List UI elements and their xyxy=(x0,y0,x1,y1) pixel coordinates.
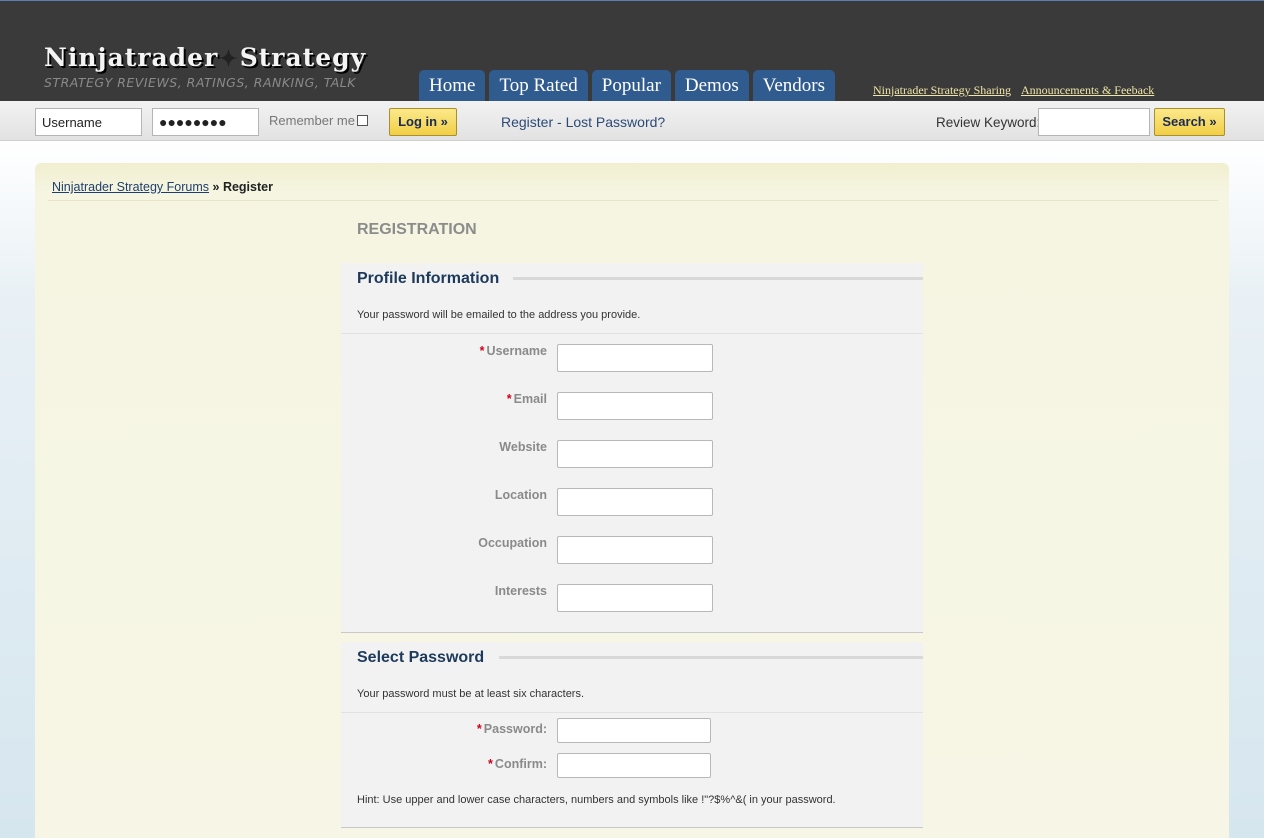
required-marker: * xyxy=(488,757,493,771)
website-label: Website xyxy=(499,440,547,454)
email-field[interactable] xyxy=(557,392,713,420)
password-field[interactable] xyxy=(557,718,711,743)
site-logo[interactable]: Ninjatrader✦Strategy xyxy=(44,43,366,72)
site-tagline: STRATEGY REVIEWS, RATINGS, RANKING, TALK xyxy=(44,75,356,90)
nav-tab-home[interactable]: Home xyxy=(419,70,486,102)
login-username-input[interactable] xyxy=(35,108,142,136)
required-marker: * xyxy=(476,722,482,736)
profile-information-section: Profile Information Your password will b… xyxy=(341,263,923,633)
login-password-input[interactable] xyxy=(152,108,259,136)
profile-information-heading: Profile Information xyxy=(357,270,500,287)
remember-me-label: Remember me xyxy=(269,113,355,128)
nav-tab-popular[interactable]: Popular xyxy=(591,70,671,102)
username-field[interactable] xyxy=(557,344,713,372)
logo-text-right: Strategy xyxy=(239,43,367,72)
strategy-sharing-link[interactable]: Ninjatrader Strategy Sharing xyxy=(873,83,1011,98)
site-header: Ninjatrader✦Strategy STRATEGY REVIEWS, R… xyxy=(0,0,1264,102)
interests-field[interactable] xyxy=(557,584,713,612)
nav-tab-demos[interactable]: Demos xyxy=(674,70,749,102)
header-links: Ninjatrader Strategy Sharing Announcemen… xyxy=(873,83,1154,98)
email-label: * Email xyxy=(506,392,547,406)
remember-me[interactable]: Remember me xyxy=(269,113,368,128)
confirm-label: * Confirm: xyxy=(488,757,547,771)
password-description: Your password must be at least six chara… xyxy=(357,688,585,700)
section-divider xyxy=(341,333,923,334)
confirm-password-field[interactable] xyxy=(557,753,711,778)
select-password-section: Select Password Your password must be at… xyxy=(341,642,923,828)
occupation-label: Occupation xyxy=(478,536,547,550)
announcements-link[interactable]: Announcements & Feeback xyxy=(1021,83,1154,98)
page-title: REGISTRATION xyxy=(357,221,477,238)
main-nav: Home Top Rated Popular Demos Vendors xyxy=(419,70,836,102)
section-divider xyxy=(341,712,923,713)
breadcrumb: Ninjatrader Strategy Forums » Register xyxy=(52,180,273,194)
ninja-star-icon: ✦ xyxy=(219,46,239,72)
review-keyword-label: Review Keyword: xyxy=(936,115,1041,130)
section-header-line xyxy=(499,656,923,659)
breadcrumb-forums-link[interactable]: Ninjatrader Strategy Forums xyxy=(52,180,209,194)
logo-text-left: Ninjatrader xyxy=(44,43,219,72)
breadcrumb-separator: » xyxy=(212,180,220,194)
location-label: Location xyxy=(494,488,547,502)
select-password-heading: Select Password xyxy=(357,649,485,666)
required-marker: * xyxy=(479,344,485,358)
website-field[interactable] xyxy=(557,440,713,468)
search-button[interactable]: Search » xyxy=(1154,108,1225,136)
interests-label: Interests xyxy=(494,584,547,598)
required-marker: * xyxy=(506,392,512,406)
occupation-field[interactable] xyxy=(557,536,713,564)
breadcrumb-current: Register xyxy=(222,180,273,194)
section-header-line xyxy=(513,277,923,280)
remember-me-checkbox[interactable] xyxy=(356,115,368,126)
login-button[interactable]: Log in » xyxy=(389,108,457,136)
password-label: * Password: xyxy=(476,722,547,736)
review-keyword-input[interactable] xyxy=(1038,108,1150,136)
nav-tab-top-rated[interactable]: Top Rated xyxy=(489,70,588,102)
password-hint: Hint: Use upper and lower case character… xyxy=(357,794,836,806)
location-field[interactable] xyxy=(557,488,713,516)
breadcrumb-divider xyxy=(48,200,1218,201)
nav-tab-vendors[interactable]: Vendors xyxy=(752,70,836,102)
username-label: * Username xyxy=(479,344,547,358)
profile-description: Your password will be emailed to the add… xyxy=(357,309,641,321)
register-lost-password-link[interactable]: Register - Lost Password? xyxy=(501,114,665,130)
